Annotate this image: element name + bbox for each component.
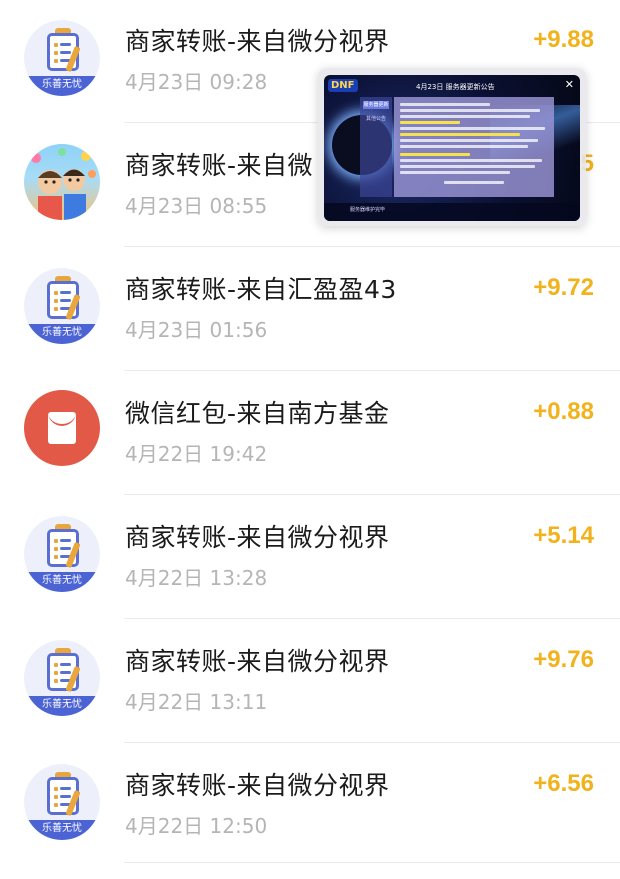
video-footer: 服务器维护完毕: [324, 203, 580, 221]
transaction-amount: +9.76: [533, 646, 594, 673]
divider: [124, 862, 620, 863]
divider: [124, 246, 620, 247]
transaction-title: 商家转账-来自微分视界: [125, 523, 390, 552]
tab-server-update[interactable]: 服务器更新: [363, 101, 389, 109]
transaction-title: 微信红包-来自南方基金: [125, 399, 390, 428]
avatar-ribbon-text: 乐善无忧: [24, 76, 100, 96]
avatar-ribbon-text: 乐善无忧: [24, 572, 100, 592]
transaction-time: 4月22日 13:28: [125, 566, 268, 590]
merchant-avatar: 乐善无忧: [24, 764, 100, 840]
transaction-amount: +5.14: [533, 522, 594, 549]
transaction-time: 4月22日 12:50: [125, 814, 268, 838]
transaction-time: 4月22日 19:42: [125, 442, 268, 466]
tab-other-notices[interactable]: 其他公告: [363, 115, 389, 123]
transaction-amount: +6.56: [533, 770, 594, 797]
transaction-amount: +9.88: [533, 26, 594, 53]
transaction-title: 商家转账-来自汇盈盈43: [125, 275, 397, 304]
announcement-sidebar: 服务器更新 其他公告: [360, 97, 392, 197]
red-packet-avatar: [24, 390, 100, 466]
transaction-row[interactable]: 乐善无忧 商家转账-来自微分视界 4月22日 13:11 +9.76: [0, 620, 620, 744]
transaction-title: 商家转账-来自微分视界: [125, 647, 390, 676]
merchant-avatar: 乐善无忧: [24, 516, 100, 592]
transaction-title: 商家转账-来自微分视界: [125, 27, 390, 56]
transaction-time: 4月23日 01:56: [125, 318, 268, 342]
merchant-avatar: 乐善无忧: [24, 268, 100, 344]
transaction-row[interactable]: 乐善无忧 商家转账-来自汇盈盈43 4月23日 01:56 +9.72: [0, 248, 620, 372]
transaction-time: 4月23日 08:55: [125, 194, 268, 218]
transaction-row[interactable]: 乐善无忧 商家转账-来自微分视界 4月22日 13:28 +5.14: [0, 496, 620, 620]
transaction-title: 商家转账-来自微: [125, 151, 314, 180]
merchant-avatar: 乐善无忧: [24, 640, 100, 716]
avatar-ribbon-text: 乐善无忧: [24, 324, 100, 344]
floating-video-window[interactable]: DNF 4月23日 服务器更新公告 ✕ 服务器更新 其他公告 服务器维护完毕: [318, 68, 586, 226]
transaction-time: 4月23日 09:28: [125, 70, 268, 94]
divider: [124, 618, 620, 619]
avatar-ribbon-text: 乐善无忧: [24, 696, 100, 716]
close-icon[interactable]: ✕: [565, 78, 574, 91]
video-thumbnail: DNF 4月23日 服务器更新公告 ✕ 服务器更新 其他公告 服务器维护完毕: [324, 75, 580, 221]
game-logo: DNF: [328, 79, 358, 92]
transaction-row[interactable]: 乐善无忧 商家转账-来自微分视界 4月22日 12:50 +6.56: [0, 744, 620, 868]
cartoon-avatar: [24, 144, 100, 220]
transaction-amount: +9.72: [533, 274, 594, 301]
announcement-title: 4月23日 服务器更新公告: [416, 83, 495, 91]
divider: [124, 370, 620, 371]
announcement-content: [394, 97, 554, 197]
transaction-amount: +0.88: [533, 398, 594, 425]
merchant-avatar: 乐善无忧: [24, 20, 100, 96]
transaction-time: 4月22日 13:11: [125, 690, 268, 714]
transaction-title: 商家转账-来自微分视界: [125, 771, 390, 800]
divider: [124, 742, 620, 743]
divider: [124, 494, 620, 495]
avatar-ribbon-text: 乐善无忧: [24, 820, 100, 840]
transaction-row[interactable]: 微信红包-来自南方基金 4月22日 19:42 +0.88: [0, 372, 620, 496]
